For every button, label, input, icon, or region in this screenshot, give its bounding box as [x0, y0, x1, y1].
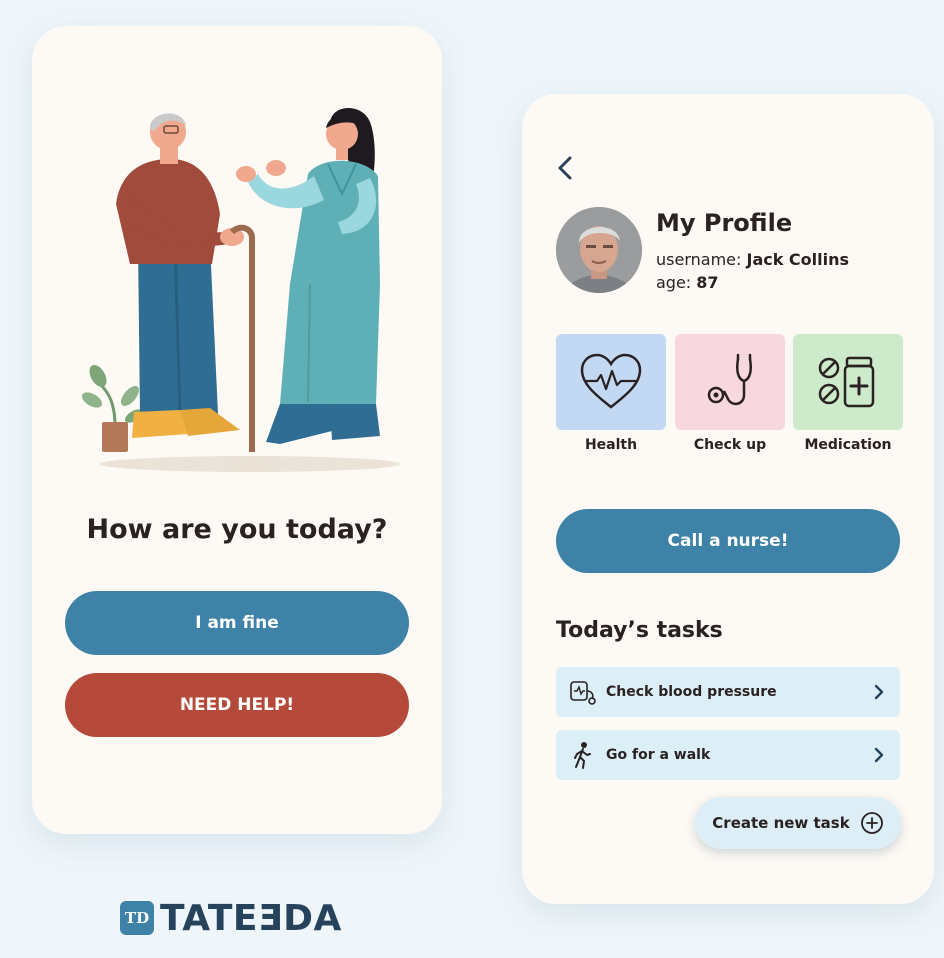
plant-illustration [82, 365, 144, 452]
call-nurse-button[interactable]: Call a nurse! [556, 509, 900, 573]
brand-name: TATEƎDA [160, 897, 342, 939]
medication-tile-label: Medication [804, 437, 892, 453]
task-label: Go for a walk [606, 747, 711, 763]
age-value: 87 [696, 273, 719, 292]
username-value: Jack Collins [746, 250, 850, 269]
chevron-right-icon [874, 684, 884, 700]
profile-screen: My Profile username: Jack Collins age: 8… [522, 94, 934, 904]
i-am-fine-button[interactable]: I am fine [65, 591, 409, 655]
age-line: age: 87 [656, 273, 719, 292]
plus-circle-icon [860, 812, 883, 834]
health-tile[interactable] [556, 334, 666, 430]
profile-title: My Profile [656, 209, 793, 237]
task-label: Check blood pressure [606, 684, 777, 700]
tasks-heading: Today’s tasks [556, 618, 723, 643]
task-check-blood-pressure[interactable]: Check blood pressure [556, 667, 900, 717]
greeting-heading: How are you today? [86, 514, 388, 545]
username-line: username: Jack Collins [656, 250, 849, 269]
health-tile-label: Health [584, 437, 638, 453]
heart-pulse-icon [580, 353, 642, 409]
username-label: username: [656, 250, 742, 269]
task-go-for-a-walk[interactable]: Go for a walk [556, 730, 900, 780]
brand-mark-icon: TD [120, 901, 154, 935]
chevron-right-icon [874, 747, 884, 763]
medication-tile[interactable] [793, 334, 903, 430]
blood-pressure-icon [570, 681, 596, 705]
elder-man-illustration [116, 113, 255, 452]
walking-icon [574, 742, 591, 769]
need-help-button[interactable]: NEED HELP! [65, 673, 409, 737]
checkup-tile[interactable] [675, 334, 785, 430]
avatar [556, 207, 642, 293]
age-label: age: [656, 273, 692, 292]
pills-icon [818, 356, 875, 408]
welcome-screen: How are you today? I am fine NEED HELP! [32, 26, 442, 834]
create-new-task-button[interactable]: Create new task [695, 797, 901, 849]
stethoscope-icon [707, 353, 752, 406]
chevron-left-icon[interactable] [552, 152, 580, 184]
brand-logo: TD TATEƎDA [120, 897, 342, 939]
checkup-tile-label: Check up [693, 437, 767, 453]
nurse-illustration [236, 107, 380, 444]
elder-and-nurse-illustration [82, 107, 400, 472]
create-task-label: Create new task [712, 814, 850, 832]
